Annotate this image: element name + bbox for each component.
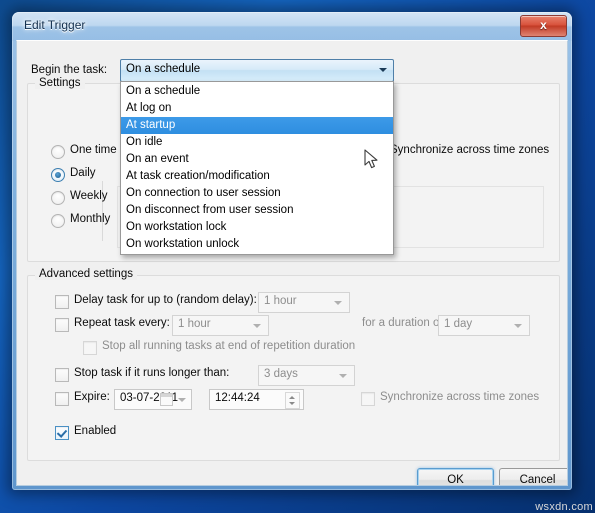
dropdown-item-on-workstation-lock[interactable]: On workstation lock bbox=[121, 219, 393, 236]
dropdown-item-on-connection-to-user-session[interactable]: On connection to user session bbox=[121, 185, 393, 202]
enabled-checkbox[interactable] bbox=[55, 426, 69, 440]
expire-time-field[interactable]: 12:44:24 bbox=[209, 389, 304, 410]
stop-all-running-tasks-checkbox[interactable] bbox=[83, 341, 97, 355]
delay-task-value: 1 hour bbox=[264, 295, 297, 307]
delay-task-combobox[interactable]: 1 hour bbox=[258, 292, 350, 313]
radio-weekly-indicator bbox=[51, 191, 65, 205]
dropdown-item-at-log-on[interactable]: At log on bbox=[121, 100, 393, 117]
stop-task-label: Stop task if it runs longer than: bbox=[74, 367, 230, 379]
cancel-button[interactable]: Cancel bbox=[499, 468, 567, 485]
spinner-up-icon[interactable] bbox=[289, 396, 295, 399]
window-title: Edit Trigger bbox=[24, 18, 86, 32]
dropdown-item-on-an-event[interactable]: On an event bbox=[121, 151, 393, 168]
chevron-down-icon bbox=[334, 301, 342, 305]
expire-sync-time-zones-label: Synchronize across time zones bbox=[380, 391, 540, 403]
repeat-task-checkbox[interactable] bbox=[55, 318, 69, 332]
chevron-down-icon bbox=[339, 374, 347, 378]
expire-time-value: 12:44:24 bbox=[215, 392, 260, 404]
stop-task-value: 3 days bbox=[264, 368, 298, 380]
expire-label: Expire: bbox=[74, 391, 110, 403]
calendar-icon[interactable] bbox=[160, 393, 173, 406]
chevron-down-icon bbox=[379, 68, 387, 72]
stop-all-running-tasks-label: Stop all running tasks at end of repetit… bbox=[102, 340, 356, 352]
spinner-down-icon[interactable] bbox=[289, 402, 295, 405]
dropdown-item-on-disconnect-from-user-session[interactable]: On disconnect from user session bbox=[121, 202, 393, 219]
radio-one-time-indicator bbox=[51, 145, 65, 159]
begin-task-dropdown-list[interactable]: On a schedule At log on At startup On id… bbox=[120, 81, 394, 255]
dropdown-item-at-task-creation-modification[interactable]: At task creation/modification bbox=[121, 168, 393, 185]
repeat-duration-combobox[interactable]: 1 day bbox=[438, 315, 530, 336]
dialog-client-area: Begin the task: On a schedule Settings O… bbox=[16, 40, 568, 486]
radio-monthly-label: Monthly bbox=[70, 213, 111, 225]
radio-daily-indicator bbox=[51, 168, 65, 182]
begin-task-value: On a schedule bbox=[126, 63, 201, 75]
close-button[interactable]: x bbox=[520, 15, 567, 37]
dropdown-item-on-workstation-unlock[interactable]: On workstation unlock bbox=[121, 236, 393, 253]
begin-task-label: Begin the task: bbox=[31, 64, 108, 76]
advanced-settings-legend: Advanced settings bbox=[35, 268, 137, 280]
begin-task-combobox[interactable]: On a schedule bbox=[120, 59, 394, 82]
radio-daily-label: Daily bbox=[70, 167, 96, 179]
radio-one-time-label: One time bbox=[70, 144, 117, 156]
edit-trigger-dialog: Edit Trigger x Begin the task: On a sche… bbox=[12, 12, 572, 490]
repeat-duration-label: for a duration of: bbox=[362, 317, 446, 329]
repeat-interval-value: 1 hour bbox=[178, 318, 211, 330]
radio-monthly-indicator bbox=[51, 214, 65, 228]
close-icon: x bbox=[540, 18, 547, 32]
radio-weekly-label: Weekly bbox=[70, 190, 108, 202]
watermark: wsxdn.com bbox=[535, 501, 593, 513]
title-bar[interactable]: Edit Trigger x bbox=[12, 12, 572, 41]
dropdown-item-on-idle[interactable]: On idle bbox=[121, 134, 393, 151]
ok-button[interactable]: OK bbox=[417, 468, 494, 485]
delay-task-checkbox[interactable] bbox=[55, 295, 69, 309]
dropdown-item-on-a-schedule[interactable]: On a schedule bbox=[121, 83, 393, 100]
chevron-down-icon bbox=[253, 324, 261, 328]
stop-task-checkbox[interactable] bbox=[55, 368, 69, 382]
expire-checkbox[interactable] bbox=[55, 392, 69, 406]
dropdown-item-at-startup[interactable]: At startup bbox=[121, 117, 393, 134]
expire-sync-time-zones-checkbox[interactable] bbox=[361, 392, 375, 406]
enabled-label: Enabled bbox=[74, 425, 117, 437]
repeat-duration-value: 1 day bbox=[444, 318, 473, 330]
stop-task-combobox[interactable]: 3 days bbox=[258, 365, 355, 386]
chevron-down-icon bbox=[514, 324, 522, 328]
expire-date-field[interactable]: 03-07-2011 bbox=[114, 389, 192, 410]
time-spinner[interactable] bbox=[285, 392, 300, 409]
settings-legend: Settings bbox=[35, 77, 85, 89]
settings-sync-time-zones-label: Synchronize across time zones bbox=[390, 144, 550, 156]
repeat-interval-combobox[interactable]: 1 hour bbox=[172, 315, 269, 336]
delay-task-label: Delay task for up to (random delay): bbox=[74, 294, 257, 306]
chevron-down-icon[interactable] bbox=[178, 398, 186, 402]
repeat-task-label: Repeat task every: bbox=[74, 317, 170, 329]
